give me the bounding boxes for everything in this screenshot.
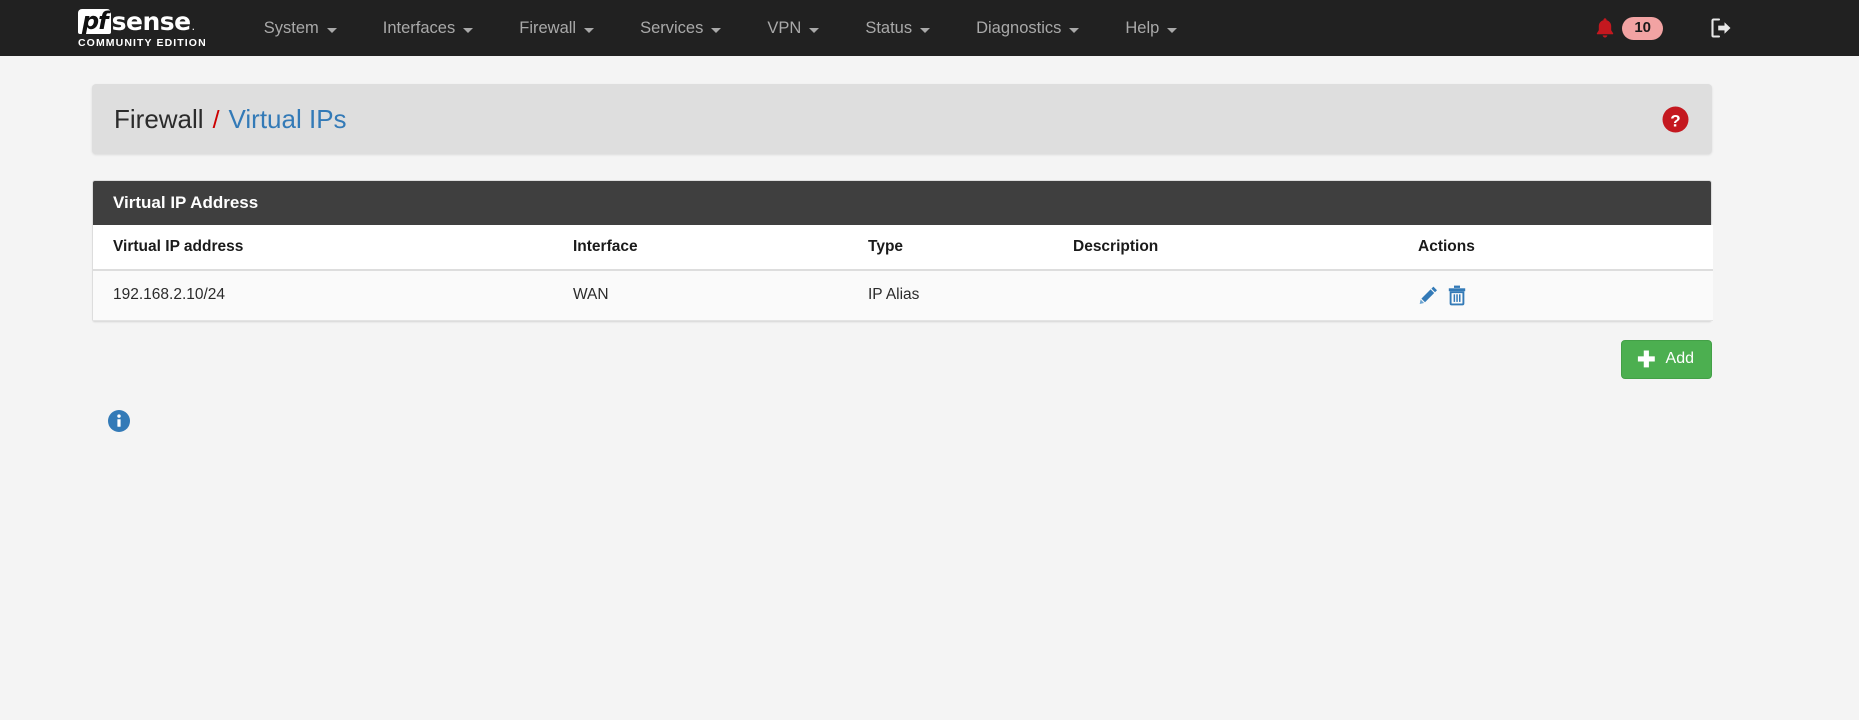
plus-icon: ✚ — [1637, 346, 1656, 372]
content-container: Firewall / Virtual IPs ? Virtual IP Addr… — [92, 84, 1713, 438]
column-header-actions: Actions — [1418, 225, 1713, 271]
bell-icon — [1594, 16, 1616, 40]
chevron-down-icon — [584, 27, 595, 33]
notifications-button[interactable]: 10 — [1594, 16, 1663, 40]
brand-edition-label: COMMUNITY EDITION — [78, 36, 207, 49]
cell-interface: WAN — [573, 270, 868, 321]
nav-item-label: Interfaces — [382, 18, 456, 37]
edit-button[interactable] — [1418, 284, 1440, 306]
chevron-down-icon — [463, 27, 474, 33]
nav-item-label: System — [263, 18, 319, 37]
brand-wordmark: pf sense . — [78, 8, 207, 35]
help-button[interactable]: ? — [1661, 105, 1690, 134]
cell-description — [1073, 270, 1418, 321]
nav-item-firewall[interactable]: Firewall — [496, 0, 617, 56]
top-navigation-bar: pf sense . COMMUNITY EDITION System Inte… — [0, 0, 1859, 56]
breadcrumb-current[interactable]: Virtual IPs — [229, 104, 347, 135]
column-header-virtual-ip: Virtual IP address — [93, 225, 573, 271]
cell-type: IP Alias — [868, 270, 1073, 321]
cell-actions — [1418, 270, 1713, 321]
panel-title: Virtual IP Address — [93, 181, 1711, 225]
nav-item-diagnostics[interactable]: Diagnostics — [953, 0, 1102, 56]
table-body: 192.168.2.10/24 WAN IP Alias — [93, 270, 1713, 321]
add-button-label: Add — [1665, 350, 1694, 367]
info-row — [92, 409, 1712, 438]
nav-item-label: Help — [1125, 18, 1160, 37]
navbar-right-actions: 10 — [1594, 16, 1835, 40]
notification-count-badge: 10 — [1622, 16, 1663, 40]
breadcrumb-parent: Firewall — [114, 103, 204, 134]
chevron-down-icon — [711, 27, 722, 33]
column-header-type: Type — [868, 225, 1073, 271]
nav-item-help[interactable]: Help — [1102, 0, 1200, 56]
breadcrumb-bar: Firewall / Virtual IPs ? — [92, 84, 1712, 154]
svg-text:?: ? — [1670, 111, 1680, 130]
nav-item-label: Firewall — [519, 18, 577, 37]
column-header-description: Description — [1073, 225, 1418, 271]
column-header-interface: Interface — [573, 225, 868, 271]
chevron-down-icon — [1167, 27, 1178, 33]
breadcrumb: Firewall / Virtual IPs — [114, 104, 347, 135]
chevron-down-icon — [809, 27, 820, 33]
nav-item-label: Status — [865, 18, 913, 37]
nav-item-label: VPN — [767, 18, 802, 37]
info-circle-icon[interactable] — [107, 409, 131, 433]
nav-item-vpn[interactable]: VPN — [744, 0, 842, 56]
main-menu: System Interfaces Firewall Services VPN … — [241, 0, 1201, 56]
logout-button[interactable] — [1709, 16, 1735, 40]
nav-item-services[interactable]: Services — [617, 0, 744, 56]
page-content: Firewall / Virtual IPs ? Virtual IP Addr… — [0, 56, 1859, 438]
nav-item-status[interactable]: Status — [842, 0, 953, 56]
virtual-ip-table: Virtual IP address Interface Type Descri… — [93, 225, 1713, 321]
brand-pf-text: pf — [78, 8, 111, 34]
nav-item-system[interactable]: System — [241, 0, 360, 56]
cell-virtual-ip: 192.168.2.10/24 — [93, 270, 573, 321]
table-header-row: Virtual IP address Interface Type Descri… — [93, 225, 1713, 271]
nav-item-label: Services — [640, 18, 704, 37]
virtual-ip-panel: Virtual IP Address Virtual IP address In… — [92, 180, 1713, 322]
breadcrumb-separator: / — [212, 105, 220, 134]
delete-button[interactable] — [1446, 284, 1468, 306]
brand-registered-mark: . — [191, 18, 195, 33]
nav-item-interfaces[interactable]: Interfaces — [360, 0, 496, 56]
table-row[interactable]: 192.168.2.10/24 WAN IP Alias — [93, 270, 1713, 321]
chevron-down-icon — [326, 27, 337, 33]
chevron-down-icon — [920, 27, 931, 33]
brand-sense-text: sense — [111, 6, 191, 36]
chevron-down-icon — [1069, 27, 1080, 33]
table-header: Virtual IP address Interface Type Descri… — [93, 225, 1713, 271]
row-actions — [1418, 284, 1713, 306]
add-button[interactable]: ✚ Add — [1621, 340, 1712, 379]
nav-item-label: Diagnostics — [976, 18, 1062, 37]
pfsense-logo[interactable]: pf sense . COMMUNITY EDITION — [78, 8, 207, 49]
add-button-row: ✚ Add — [92, 340, 1712, 379]
